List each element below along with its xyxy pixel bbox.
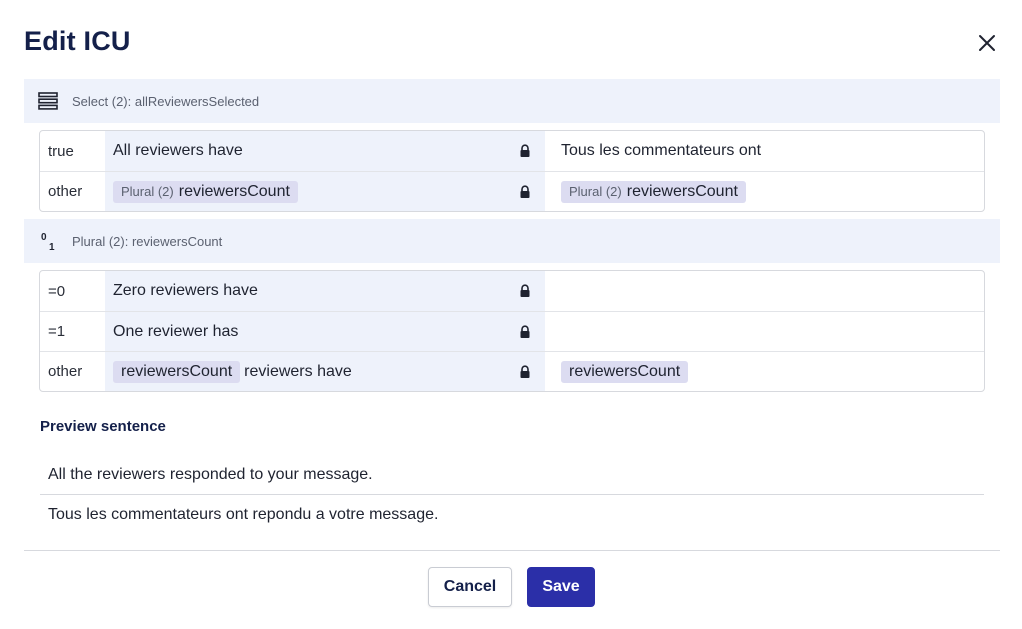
lock-icon — [520, 144, 530, 157]
table-row: other reviewersCount reviewers have revi… — [40, 351, 984, 391]
table-row: true All reviewers have Tous les comment… — [40, 131, 984, 171]
select-cases-table: true All reviewers have Tous les comment… — [39, 130, 985, 212]
target-cell[interactable] — [545, 312, 984, 351]
source-cell: Plural (2) reviewersCount — [105, 172, 545, 211]
select-section-header: Select (2): allReviewersSelected — [24, 79, 1000, 123]
chip-name: reviewersCount — [626, 182, 738, 200]
target-cell[interactable]: Tous les commentateurs ont — [545, 131, 984, 171]
target-text: Tous les commentateurs ont — [561, 142, 762, 159]
plural-section-label: Plural (2): reviewersCount — [72, 233, 223, 249]
save-button[interactable]: Save — [527, 567, 595, 607]
target-cell[interactable] — [545, 271, 984, 311]
case-key: other — [48, 183, 83, 200]
lock-icon — [520, 284, 530, 297]
placeholder-chip: Plural (2) reviewersCount — [113, 180, 298, 203]
preview-source-sentence: All the reviewers responded to your mess… — [48, 466, 373, 483]
footer-divider — [24, 550, 1000, 551]
source-cell: reviewersCount reviewers have — [105, 352, 545, 391]
preview-target-sentence: Tous les commentateurs ont repondu a vot… — [48, 506, 439, 523]
placeholder-chip: reviewersCount — [113, 360, 241, 383]
dialog-title: Edit ICU — [24, 26, 131, 56]
chip-kind: Plural (2) — [569, 184, 622, 199]
placeholder-chip[interactable]: reviewersCount — [561, 360, 689, 383]
plural-cases-table: =0 Zero reviewers have =1 One reviewer h… — [39, 270, 985, 392]
source-text: reviewers have — [244, 362, 352, 380]
lock-icon — [520, 184, 530, 198]
plural-icon: 0 1 — [41, 232, 55, 252]
case-key: =0 — [48, 282, 66, 300]
case-key: true — [48, 142, 74, 160]
lock-icon — [520, 324, 530, 338]
source-cell: All reviewers have — [105, 131, 545, 171]
source-cell: One reviewer has — [105, 312, 545, 351]
select-list-icon — [38, 92, 58, 110]
svg-text:0: 0 — [41, 232, 47, 243]
target-cell[interactable]: Plural (2) reviewersCount — [545, 172, 984, 211]
source-text: One reviewer has — [113, 322, 239, 340]
table-row: =1 One reviewer has — [40, 311, 984, 351]
placeholder-chip[interactable]: Plural (2) reviewersCount — [561, 180, 746, 203]
chip-name: reviewersCount — [569, 362, 681, 380]
cancel-button[interactable]: Cancel — [428, 567, 512, 607]
lock-icon — [520, 364, 530, 378]
table-row: =0 Zero reviewers have — [40, 271, 984, 311]
plural-section-header: 0 1 Plural (2): reviewersCount — [24, 219, 1000, 263]
select-section-label: Select (2): allReviewersSelected — [72, 93, 260, 109]
svg-text:1: 1 — [49, 242, 55, 252]
target-cell[interactable]: reviewersCount — [545, 352, 984, 391]
chip-name: reviewersCount — [121, 362, 233, 380]
chip-kind: Plural (2) — [121, 184, 174, 199]
close-icon[interactable] — [976, 32, 998, 54]
edit-icu-dialog: Edit ICU Select (2): allReviewersSelecte… — [0, 0, 1022, 629]
source-cell: Zero reviewers have — [105, 271, 545, 311]
preview-title: Preview sentence — [40, 418, 166, 435]
source-text: All reviewers have — [113, 142, 243, 159]
case-key: =1 — [48, 323, 66, 340]
source-text: Zero reviewers have — [113, 282, 258, 299]
chip-name: reviewersCount — [178, 182, 290, 200]
case-key: other — [48, 363, 83, 380]
table-row: other Plural (2) reviewersCount Plural (… — [40, 171, 984, 211]
